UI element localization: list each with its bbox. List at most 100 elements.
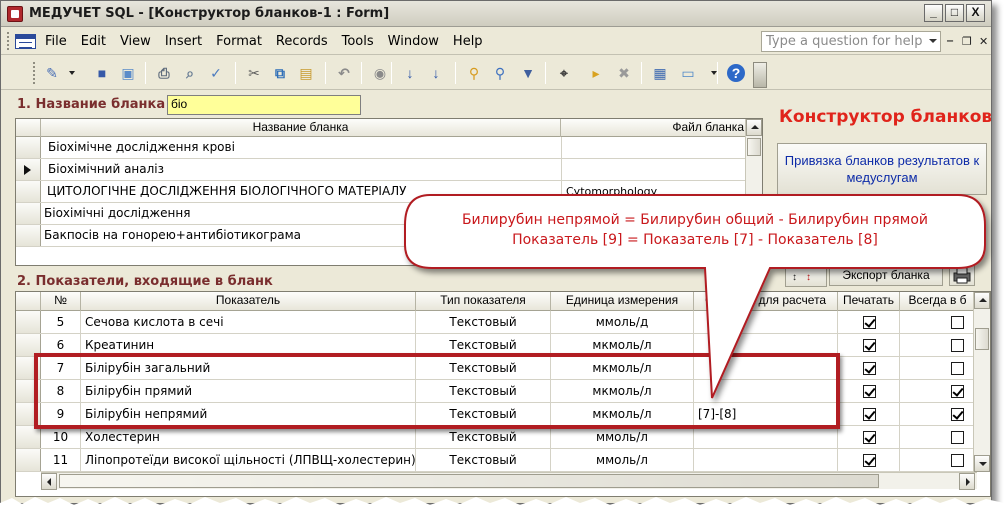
table-row[interactable]: 6 Креатинин Текстовый мкмоль/л: [16, 334, 976, 357]
link-forms-button[interactable]: Привязка бланков результатов к медуслуга…: [777, 143, 987, 195]
always-checkbox[interactable]: [951, 385, 964, 398]
formula-cell[interactable]: [694, 334, 838, 356]
table-row[interactable]: ЦИТОЛОГІЧНЕ ДОСЛІДЖЕННЯ БІОЛОГІЧНОГО МАТ…: [16, 181, 762, 203]
row-selector[interactable]: [16, 380, 41, 402]
toolbar-dropdown-icon[interactable]: [69, 71, 75, 75]
number-cell[interactable]: 5: [41, 311, 81, 333]
formula-cell[interactable]: [694, 449, 838, 471]
new-record-icon[interactable]: ▸: [587, 64, 605, 82]
type-cell[interactable]: Текстовый: [416, 334, 551, 356]
indicator-name-cell[interactable]: Білірубін загальний: [81, 357, 416, 379]
row-selector[interactable]: [16, 403, 41, 425]
unit-cell[interactable]: ммоль/л: [551, 426, 694, 448]
unit-cell[interactable]: мкмоль/л: [551, 334, 694, 356]
form-name-cell[interactable]: Біохімічний аналіз: [48, 159, 548, 180]
number-cell[interactable]: 11: [41, 449, 81, 471]
scroll-down-button[interactable]: [746, 248, 762, 265]
table-row[interactable]: Біохімічне дослідження крові: [16, 137, 762, 159]
help-icon[interactable]: ?: [727, 64, 745, 82]
formula-cell[interactable]: [694, 311, 838, 333]
table-row[interactable]: 9 Білірубін непрямий Текстовый мкмоль/л [7]-…: [16, 403, 976, 426]
delete-record-icon[interactable]: ✖: [615, 64, 633, 82]
print-checkbox[interactable]: [863, 408, 876, 421]
filter-by-form-icon[interactable]: ⚲: [491, 64, 509, 82]
scroll-right-button[interactable]: [959, 473, 975, 490]
help-dropdown-icon[interactable]: [929, 39, 937, 43]
sort-button[interactable]: ↕ ↕: [785, 265, 827, 287]
sort-ascending-icon[interactable]: ↓: [401, 64, 419, 82]
close-button[interactable]: X: [966, 4, 985, 22]
toolbar-grip[interactable]: [33, 62, 36, 84]
header-formula[interactable]: Формула для расчета: [694, 292, 838, 311]
scroll-thumb[interactable]: [975, 328, 989, 350]
unit-cell[interactable]: ммоль/д: [551, 311, 694, 333]
print-button[interactable]: [949, 264, 975, 286]
undo-icon[interactable]: ↶: [335, 64, 353, 82]
indicator-name-cell[interactable]: Холестерин: [81, 426, 416, 448]
row-selector[interactable]: [16, 181, 41, 202]
mdi-restore-icon[interactable]: ❐: [962, 35, 972, 48]
header-type[interactable]: Тип показателя: [416, 292, 551, 311]
indicators-grid-vscroll[interactable]: [973, 292, 990, 472]
type-cell[interactable]: Текстовый: [416, 380, 551, 402]
mdi-minimize-icon[interactable]: ‒: [947, 35, 953, 47]
toolbar-options-icon[interactable]: [753, 62, 767, 88]
menu-item-insert[interactable]: Insert: [165, 34, 202, 49]
form-icon[interactable]: [15, 34, 36, 49]
spelling-icon[interactable]: ✓: [207, 64, 225, 82]
table-row[interactable]: Біохімічний аналіз: [16, 159, 762, 181]
indicators-grid-hscroll[interactable]: [41, 472, 977, 490]
row-selector[interactable]: [16, 225, 41, 246]
type-cell[interactable]: Текстовый: [416, 426, 551, 448]
scroll-up-button[interactable]: [746, 119, 762, 136]
row-selector[interactable]: [16, 426, 41, 448]
menu-item-tools[interactable]: Tools: [342, 34, 374, 49]
row-selector[interactable]: [16, 311, 41, 333]
row-selector[interactable]: [16, 137, 41, 158]
menu-grip[interactable]: [7, 32, 10, 50]
number-cell[interactable]: 8: [41, 380, 81, 402]
row-selector[interactable]: [16, 449, 41, 471]
cut-icon[interactable]: ✂: [245, 64, 263, 82]
indicator-name-cell[interactable]: Ліпопротеїди високої щільності (ЛПВЩ-хол…: [81, 449, 416, 471]
formula-cell[interactable]: [694, 357, 838, 379]
indicator-name-cell[interactable]: Сечова кислота в сечі: [81, 311, 416, 333]
form-file-cell[interactable]: [566, 137, 746, 158]
app-icon[interactable]: [7, 6, 23, 22]
formula-cell[interactable]: [694, 380, 838, 402]
copy-icon[interactable]: ⧉: [271, 64, 289, 82]
table-row[interactable]: 11 Ліпопротеїди високої щільності (ЛПВЩ-х…: [16, 449, 976, 472]
menu-item-file[interactable]: File: [45, 34, 67, 49]
hyperlink-icon[interactable]: ◉: [371, 64, 389, 82]
scroll-down-button[interactable]: [974, 455, 990, 472]
unit-cell[interactable]: мкмоль/л: [551, 380, 694, 402]
print-checkbox[interactable]: [863, 385, 876, 398]
menu-item-records[interactable]: Records: [276, 34, 328, 49]
always-checkbox[interactable]: [951, 454, 964, 467]
unit-cell[interactable]: мкмоль/л: [551, 357, 694, 379]
always-checkbox[interactable]: [951, 362, 964, 375]
table-row[interactable]: 8 Білірубін прямий Текстовый мкмоль/л: [16, 380, 976, 403]
row-selector[interactable]: [16, 334, 41, 356]
find-icon[interactable]: ⌖: [555, 64, 573, 82]
form-file-cell[interactable]: [566, 159, 746, 180]
scroll-thumb[interactable]: [747, 138, 761, 156]
table-row[interactable]: 10 Холестерин Текстовый ммоль/л: [16, 426, 976, 449]
minimize-button[interactable]: _: [924, 4, 943, 22]
unit-cell[interactable]: ммоль/л: [551, 449, 694, 471]
indicator-name-cell[interactable]: Креатинин: [81, 334, 416, 356]
row-selector[interactable]: [16, 203, 41, 224]
type-cell[interactable]: Текстовый: [416, 449, 551, 471]
formula-cell[interactable]: [7]-[8]: [694, 403, 838, 425]
print-checkbox[interactable]: [863, 316, 876, 329]
export-form-button[interactable]: Экспорт бланка: [829, 264, 943, 286]
indicator-name-cell[interactable]: Білірубін прямий: [81, 380, 416, 402]
menu-item-window[interactable]: Window: [388, 34, 439, 49]
form-name-filter-input[interactable]: біо: [167, 95, 361, 115]
scroll-left-button[interactable]: [41, 473, 57, 490]
header-unit[interactable]: Единица измерения: [551, 292, 694, 311]
number-cell[interactable]: 10: [41, 426, 81, 448]
menu-item-edit[interactable]: Edit: [81, 34, 106, 49]
header-print[interactable]: Печатать: [838, 292, 900, 311]
maximize-button[interactable]: □: [945, 4, 964, 22]
